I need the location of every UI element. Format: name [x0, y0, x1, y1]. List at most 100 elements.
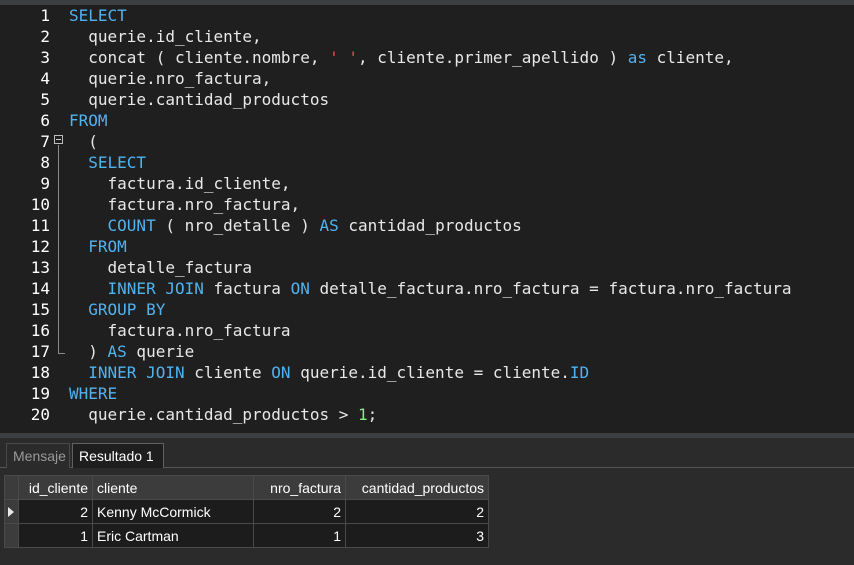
sql-editor[interactable]: 1 SELECT 2 querie.id_cliente, 3 concat ( cl…	[0, 5, 854, 433]
code-line[interactable]: 8 SELECT	[0, 152, 854, 173]
line-number: 12	[30, 237, 50, 256]
line-number: 6	[40, 111, 50, 130]
line-number: 10	[30, 195, 50, 214]
sql-token: detalle_factura	[69, 258, 253, 277]
sql-token: factura.nro_factura	[69, 321, 291, 340]
tab-messages[interactable]: Mensaje	[6, 443, 70, 468]
code-text[interactable]: factura.id_cliente,	[69, 173, 291, 194]
code-text[interactable]: concat ( cliente.nombre, ' ', cliente.pr…	[69, 47, 733, 68]
column-header-cantidad-productos[interactable]: cantidad_productos	[345, 475, 489, 500]
code-text[interactable]: SELECT	[69, 5, 127, 26]
code-line[interactable]: 20 querie.cantidad_productos > 1;	[0, 404, 854, 425]
column-header-nro-factura[interactable]: nro_factura	[253, 475, 346, 500]
code-text[interactable]: querie.id_cliente,	[69, 26, 262, 47]
code-text[interactable]: INNER JOIN cliente ON querie.id_cliente …	[69, 362, 589, 383]
code-text[interactable]: factura.nro_factura,	[69, 194, 301, 215]
table-cell[interactable]: 2	[18, 499, 93, 524]
code-text[interactable]: INNER JOIN factura ON detalle_factura.nr…	[69, 278, 792, 299]
code-text[interactable]: FROM	[69, 110, 108, 131]
line-number: 2	[40, 27, 50, 46]
line-number: 3	[40, 48, 50, 67]
line-number: 13	[30, 258, 50, 277]
code-text[interactable]: FROM	[69, 236, 127, 257]
sql-token: querie.id_cliente,	[69, 27, 262, 46]
results-table: id_cliente cliente nro_factura cantidad_…	[4, 475, 489, 548]
table-cell[interactable]: 1	[18, 523, 93, 548]
code-text[interactable]: (	[69, 131, 98, 152]
line-number: 11	[30, 216, 50, 235]
code-text[interactable]: ) AS querie	[69, 341, 194, 362]
line-number: 8	[40, 153, 50, 172]
code-line[interactable]: 12 FROM	[0, 236, 854, 257]
sql-token: querie.cantidad_productos >	[69, 405, 358, 424]
code-line[interactable]: 16 factura.nro_factura	[0, 320, 854, 341]
tab-result-1[interactable]: Resultado 1	[72, 443, 164, 469]
line-number: 7	[40, 132, 50, 151]
sql-token: (	[69, 132, 98, 151]
sql-keyword: AS	[319, 216, 339, 235]
row-selector[interactable]	[4, 499, 19, 524]
code-text[interactable]: querie.nro_factura,	[69, 68, 271, 89]
code-line[interactable]: 1 SELECT	[0, 5, 854, 26]
table-cell[interactable]: 2	[345, 499, 489, 524]
table-cell[interactable]: Eric Cartman	[92, 523, 254, 548]
code-line[interactable]: 13 detalle_factura	[0, 257, 854, 278]
code-line[interactable]: 10 factura.nro_factura,	[0, 194, 854, 215]
line-number: 20	[30, 405, 50, 424]
sql-token: factura	[203, 279, 291, 298]
table-header-row: id_cliente cliente nro_factura cantidad_…	[4, 475, 489, 500]
sql-keyword: INNER JOIN	[88, 363, 185, 382]
sql-token: querie.cantidad_productos	[69, 90, 330, 109]
table-cell[interactable]: 1	[253, 523, 346, 548]
current-row-pointer-icon	[8, 506, 14, 517]
code-line[interactable]: 9 factura.id_cliente,	[0, 173, 854, 194]
code-text[interactable]: GROUP BY	[69, 299, 165, 320]
code-line[interactable]: 18 INNER JOIN cliente ON querie.id_clien…	[0, 362, 854, 383]
code-text[interactable]: querie.cantidad_productos	[69, 89, 329, 110]
sql-keyword: as	[627, 48, 647, 67]
table-cell[interactable]: 3	[345, 523, 489, 548]
code-text[interactable]: SELECT	[69, 152, 146, 173]
results-tab-bar: Mensaje Resultado 1	[0, 438, 854, 469]
column-header-cliente[interactable]: cliente	[92, 475, 254, 500]
table-cell[interactable]: Kenny McCormick	[92, 499, 254, 524]
code-line[interactable]: 4 querie.nro_factura,	[0, 68, 854, 89]
code-line[interactable]: 14 INNER JOIN factura ON detalle_factura…	[0, 278, 854, 299]
sql-keyword: SELECT	[88, 153, 147, 172]
table-cell[interactable]: 2	[253, 499, 346, 524]
sql-number: 1	[357, 405, 368, 424]
sql-token: detalle_factura.nro_factura = factura.nr…	[309, 279, 792, 298]
code-line[interactable]: 17 ) AS querie	[0, 341, 854, 362]
sql-token: querie.id_cliente = cliente.	[290, 363, 570, 382]
sql-token: concat ( cliente.nombre,	[69, 48, 330, 67]
column-header-id-cliente[interactable]: id_cliente	[18, 475, 93, 500]
code-text[interactable]: COUNT ( nro_detalle ) AS cantidad_produc…	[69, 215, 522, 236]
code-line[interactable]: 2 querie.id_cliente,	[0, 26, 854, 47]
code-text[interactable]: factura.nro_factura	[69, 320, 291, 341]
line-number: 15	[30, 300, 50, 319]
code-line[interactable]: 6 FROM	[0, 110, 854, 131]
code-line[interactable]: 15 GROUP BY	[0, 299, 854, 320]
line-number: 19	[30, 384, 50, 403]
table-row[interactable]: 1 Eric Cartman 1 3	[4, 523, 489, 548]
code-text[interactable]: WHERE	[69, 383, 117, 404]
sql-keyword: FROM	[88, 237, 127, 256]
row-selector[interactable]	[4, 523, 19, 548]
table-row[interactable]: 2 Kenny McCormick 2 2	[4, 499, 489, 524]
code-line[interactable]: 5 querie.cantidad_productos	[0, 89, 854, 110]
sql-keyword: SELECT	[69, 6, 127, 25]
sql-token: factura.id_cliente,	[69, 174, 291, 193]
code-line[interactable]: 19 WHERE	[0, 383, 854, 404]
line-number: 17	[30, 342, 50, 361]
code-line[interactable]: 11 COUNT ( nro_detalle ) AS cantidad_pro…	[0, 215, 854, 236]
code-text[interactable]: querie.cantidad_productos > 1;	[69, 404, 377, 425]
sql-token: querie	[126, 342, 195, 361]
code-text[interactable]: detalle_factura	[69, 257, 253, 278]
code-line[interactable]: 7 (	[0, 131, 854, 152]
code-line[interactable]: 3 concat ( cliente.nombre, ' ', cliente.…	[0, 47, 854, 68]
sql-keyword: INNER JOIN	[107, 279, 204, 298]
line-number: 4	[40, 69, 50, 88]
